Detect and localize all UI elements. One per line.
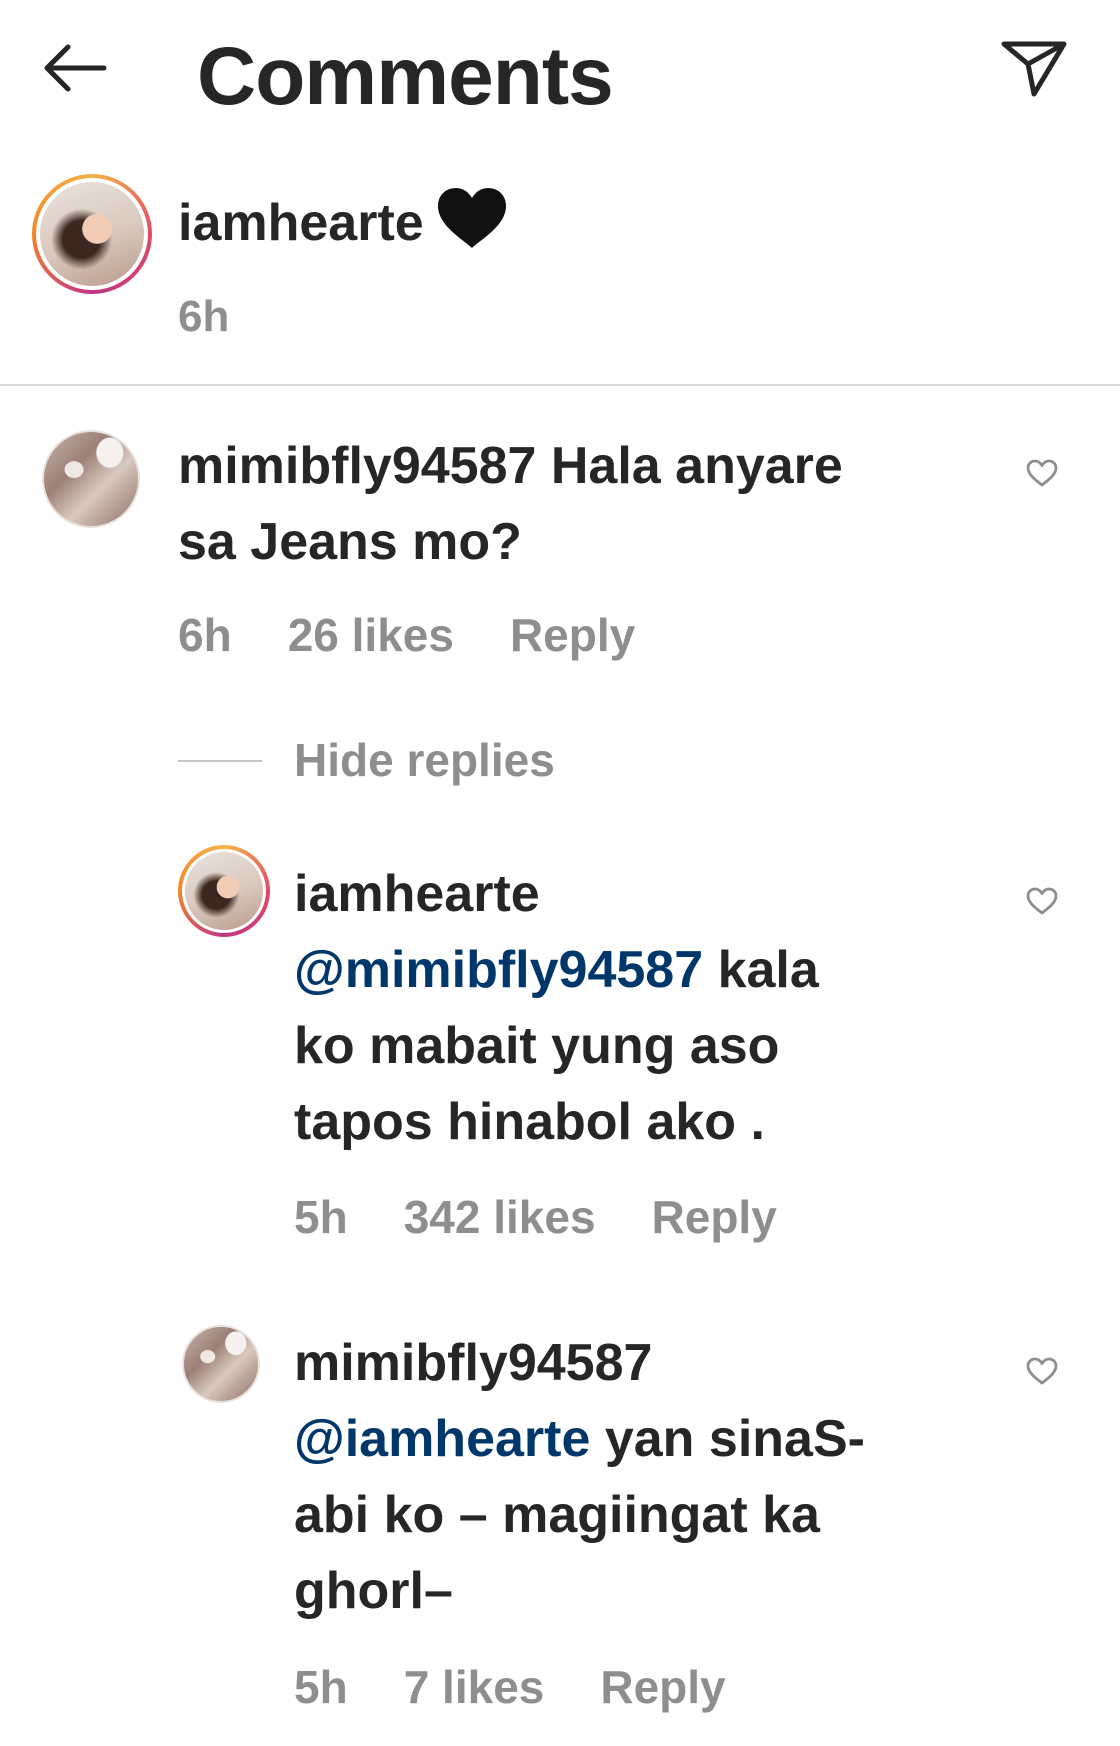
reply-text-line3: tapos hinabol ako .	[294, 1093, 765, 1151]
reply-button[interactable]: Reply	[510, 609, 635, 661]
reply-meta: 5h 342 likes Reply	[294, 1190, 833, 1244]
reply-text-line2: ko mabait yung aso	[294, 1017, 780, 1075]
comment-text-line2: sa Jeans mo?	[178, 513, 522, 571]
caption-row: iamhearte	[178, 186, 510, 254]
reply-button[interactable]: Reply	[600, 1661, 725, 1713]
comment-text: Hala anyare	[550, 437, 843, 495]
comment-body: mimibfly94587 Hala anyare sa Jeans mo?	[178, 428, 1008, 580]
reply-avatar[interactable]	[182, 1325, 260, 1403]
back-arrow-icon[interactable]	[40, 40, 110, 96]
comment-avatar[interactable]	[42, 430, 140, 528]
reply-avatar[interactable]	[178, 845, 270, 937]
reply-username[interactable]: iamhearte	[294, 865, 540, 923]
comment-time: 6h	[178, 609, 232, 661]
like-heart-icon[interactable]	[1025, 458, 1059, 488]
comment-likes[interactable]: 26 likes	[288, 609, 454, 661]
comment-username[interactable]: mimibfly94587	[178, 437, 536, 495]
reply-text-line2: abi ko – magiingat ka	[294, 1486, 820, 1544]
reply-likes[interactable]: 7 likes	[404, 1661, 545, 1713]
caption-avatar[interactable]	[32, 174, 152, 294]
reply-text-line1: yan sinaS-	[604, 1410, 865, 1468]
like-heart-icon[interactable]	[1025, 1356, 1059, 1386]
reply-meta: 5h 7 likes Reply	[294, 1660, 782, 1714]
reply-text-line3: ghorl–	[294, 1562, 453, 1620]
reply-button[interactable]: Reply	[652, 1191, 777, 1243]
reply-mention[interactable]: @mimibfly94587	[294, 941, 703, 999]
reply-mention[interactable]: @iamhearte	[294, 1410, 590, 1468]
hide-replies-button[interactable]: Hide replies	[294, 733, 555, 787]
caption-divider	[0, 384, 1120, 386]
reply-body: mimibfly94587 @iamhearte yan sinaS- abi …	[294, 1325, 994, 1629]
reply-body: iamhearte @mimibfly94587 kala ko mabait …	[294, 856, 994, 1160]
paper-plane-icon[interactable]	[1000, 38, 1068, 98]
page-title: Comments	[197, 31, 614, 122]
comment-meta: 6h 26 likes Reply	[178, 608, 691, 662]
caption-username[interactable]: iamhearte	[178, 194, 424, 252]
hide-replies-line	[178, 760, 262, 762]
black-heart-icon	[437, 188, 506, 248]
reply-text-line1: kala	[717, 941, 819, 999]
reply-username[interactable]: mimibfly94587	[294, 1334, 652, 1392]
reply-time: 5h	[294, 1191, 348, 1243]
reply-time: 5h	[294, 1661, 348, 1713]
like-heart-icon[interactable]	[1025, 886, 1059, 916]
reply-likes[interactable]: 342 likes	[404, 1191, 596, 1243]
caption-timestamp: 6h	[178, 292, 230, 341]
